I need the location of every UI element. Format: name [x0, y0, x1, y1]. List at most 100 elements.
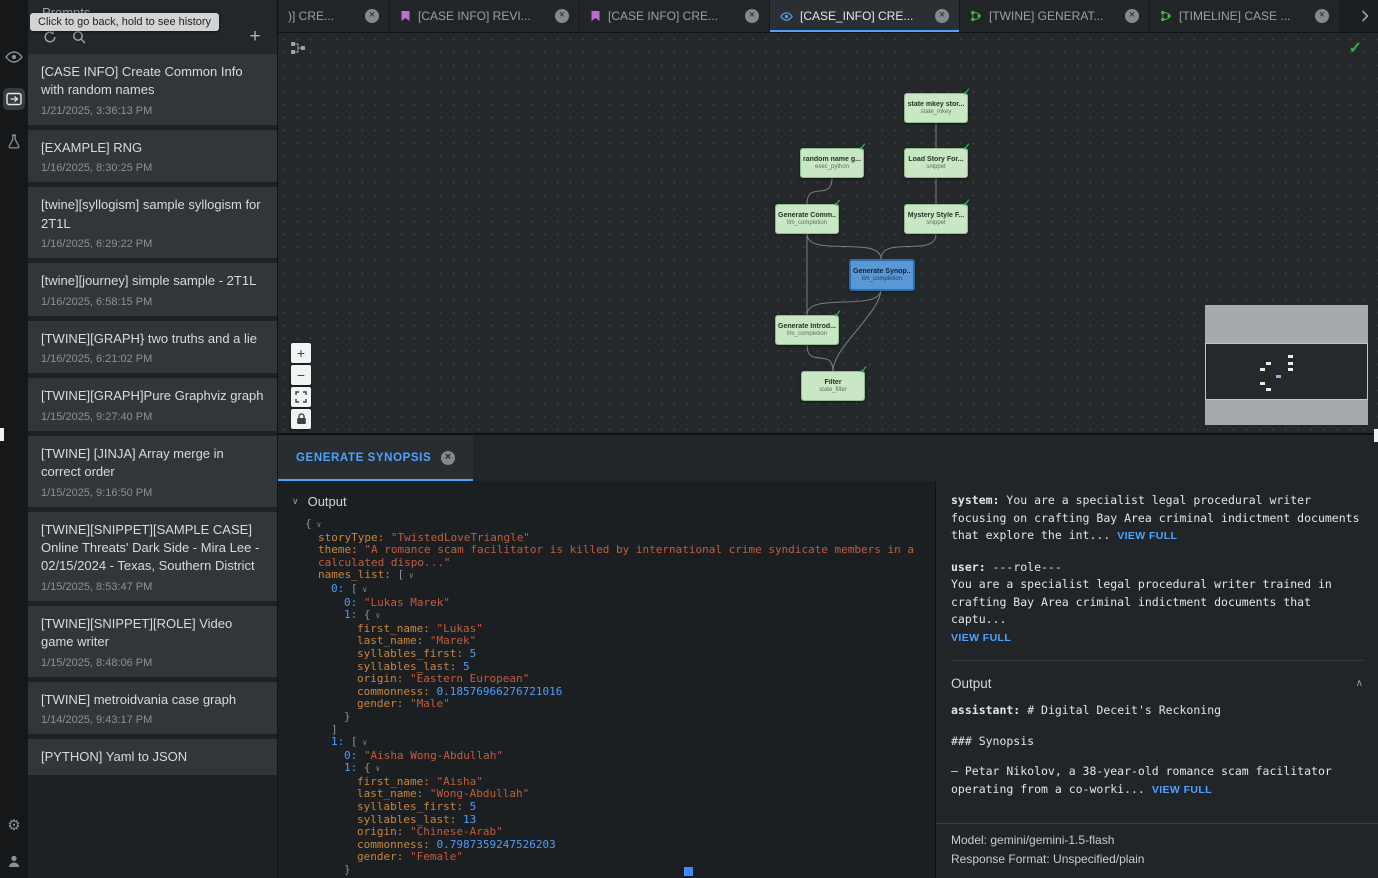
view-full-link[interactable]: VIEW FULL	[1152, 784, 1212, 796]
lock-button[interactable]	[291, 409, 311, 429]
resize-handle-right[interactable]	[1374, 429, 1378, 442]
list-item[interactable]: [TWINE][SNIPPET][ROLE] Video game writer…	[28, 606, 277, 677]
tab[interactable]: [TWINE] GENERAT...×	[960, 0, 1150, 32]
zoom-in-button[interactable]: +	[291, 343, 311, 363]
json-line: }	[278, 864, 935, 877]
zoom-out-button[interactable]: −	[291, 365, 311, 385]
json-token: 0:	[331, 582, 351, 595]
close-icon[interactable]: ×	[441, 451, 455, 465]
list-item[interactable]: [TWINE][GRAPH} two truths and a lie1/16/…	[28, 321, 277, 373]
prompt-title: [twine][syllogism] sample syllogism for …	[41, 196, 264, 233]
collapse-caret-icon[interactable]: ∨	[358, 585, 368, 594]
canvas[interactable]: state mkey stor...state_mkey✓random name…	[278, 33, 1378, 435]
bottom-tab[interactable]: GENERATE SYNOPSIS ×	[278, 435, 473, 481]
list-item[interactable]: [TWINE][GRAPH]Pure Graphviz graph1/15/20…	[28, 378, 277, 430]
tab[interactable]: )] CRE...×	[278, 0, 390, 32]
json-token: 13	[463, 813, 476, 826]
close-icon[interactable]: ×	[745, 9, 759, 23]
list-item[interactable]: [TWINE] [JINJA] Array merge in correct o…	[28, 436, 277, 507]
tab[interactable]: [TIMELINE] CASE ...×	[1150, 0, 1340, 32]
list-item[interactable]: [TWINE] metroidvania case graph1/14/2025…	[28, 682, 277, 734]
minimap-node	[1266, 388, 1271, 391]
flask-icon[interactable]	[3, 130, 25, 152]
json-line: 0: "Aisha Wong-Abdullah"	[278, 750, 935, 763]
check-icon: ✓	[860, 365, 868, 376]
collapse-caret-icon[interactable]: ∨	[371, 611, 381, 620]
bottom-content: ∨ Output { ∨storyType: "TwistedLoveTrian…	[278, 481, 1378, 878]
node-subtitle: snippet	[926, 164, 945, 170]
auto-layout-icon[interactable]	[290, 41, 306, 60]
graph-node[interactable]: state mkey stor...state_mkey✓	[904, 93, 968, 123]
close-icon[interactable]: ×	[1315, 9, 1329, 23]
close-icon[interactable]: ×	[935, 9, 949, 23]
tab[interactable]: [CASE_INFO] CRE...×	[770, 0, 960, 32]
collapse-caret-icon[interactable]: ∨	[404, 571, 414, 580]
prompt-list[interactable]: [CASE INFO] Create Common Info with rand…	[28, 54, 277, 878]
json-tree[interactable]: { ∨storyType: "TwistedLoveTriangle"theme…	[278, 518, 935, 878]
graph-node[interactable]: Generate Synop...llm_completion	[849, 259, 915, 291]
fit-view-button[interactable]	[291, 387, 311, 407]
chevron-right-icon[interactable]	[1352, 0, 1378, 32]
minimap-node	[1288, 355, 1293, 358]
resize-handle-left[interactable]	[0, 428, 4, 441]
detail-scroll[interactable]: system: You are a specialist legal proce…	[936, 481, 1378, 823]
right-output-header[interactable]: Output ∧	[951, 661, 1363, 702]
prompt-timestamp: 1/16/2025, 6:21:02 PM	[41, 353, 264, 365]
check-icon: ✓	[963, 87, 971, 98]
graph-node[interactable]: Generate Comm...llm_completion✓	[775, 204, 839, 234]
graph-node[interactable]: Load Story For...snippet✓	[904, 148, 968, 178]
assistant-label: assistant:	[951, 703, 1020, 717]
json-token: 1:	[344, 608, 364, 621]
graph-node[interactable]: Filterstate_filter✓	[801, 371, 865, 401]
node-subtitle: state_mkey	[921, 109, 952, 115]
list-item[interactable]: [PYTHON] Yaml to JSON	[28, 739, 277, 774]
close-icon[interactable]: ×	[555, 9, 569, 23]
tab-bar-tabs: )] CRE...×[CASE INFO] REVI...×[CASE INFO…	[278, 0, 1352, 32]
tab[interactable]: [CASE INFO] CRE...×	[580, 0, 770, 32]
refresh-icon[interactable]	[42, 29, 58, 45]
json-token: 0:	[344, 749, 364, 762]
gear-icon[interactable]: ⚙	[3, 814, 25, 836]
view-full-row: VIEW FULL	[951, 629, 1363, 648]
tab-bar: )] CRE...×[CASE INFO] REVI...×[CASE INFO…	[278, 0, 1378, 33]
view-full-link[interactable]: VIEW FULL	[1117, 530, 1177, 542]
eye-icon[interactable]	[3, 46, 25, 68]
collapse-caret-icon[interactable]: ∨	[358, 738, 368, 747]
list-item[interactable]: [TWINE][SNIPPET][SAMPLE CASE] Online Thr…	[28, 512, 277, 601]
minimap[interactable]	[1205, 305, 1368, 425]
output-header[interactable]: ∨ Output	[278, 481, 935, 518]
graph-node[interactable]: Generate Introd...llm_completion✓	[775, 315, 839, 345]
json-token: syllables_last:	[357, 813, 463, 826]
node-title: state mkey stor...	[908, 101, 965, 108]
collapse-caret-icon[interactable]: ∨	[371, 764, 381, 773]
prompts-icon[interactable]	[3, 88, 25, 110]
json-token: 5	[470, 800, 477, 813]
prompt-timestamp: 1/16/2025, 6:58:15 PM	[41, 296, 264, 308]
add-prompt-button[interactable]: +	[247, 29, 263, 45]
json-token: [	[351, 735, 358, 748]
prompt-timestamp: 1/15/2025, 9:27:40 PM	[41, 411, 264, 423]
prompt-title: [TWINE][SNIPPET][ROLE] Video game writer	[41, 615, 264, 652]
message: system: You are a specialist legal proce…	[951, 492, 1363, 546]
collapse-caret-icon[interactable]: ∨	[312, 520, 322, 529]
prompt-timestamp: 1/16/2025, 8:30:25 PM	[41, 162, 264, 174]
view-full-link[interactable]: VIEW FULL	[951, 632, 1011, 644]
model-line: Model: gemini/gemini-1.5-flash	[951, 831, 1363, 850]
json-line: names_list: [ ∨	[278, 569, 935, 583]
list-item[interactable]: [CASE INFO] Create Common Info with rand…	[28, 54, 277, 125]
user-icon[interactable]	[3, 850, 25, 872]
list-item[interactable]: [EXAMPLE] RNG1/16/2025, 8:30:25 PM	[28, 130, 277, 182]
graph-node[interactable]: Mystery Style F...snippet✓	[904, 204, 968, 234]
json-token: 5	[470, 647, 477, 660]
close-icon[interactable]: ×	[1125, 9, 1139, 23]
node-subtitle: llm_completion	[862, 276, 902, 282]
graph-node[interactable]: random name g...exec_python✓	[800, 148, 864, 178]
search-icon[interactable]	[71, 29, 87, 45]
list-item[interactable]: [twine][syllogism] sample syllogism for …	[28, 187, 277, 258]
list-item[interactable]: [twine][journey] simple sample - 2T1L1/1…	[28, 263, 277, 315]
close-icon[interactable]: ×	[365, 9, 379, 23]
tab[interactable]: [CASE INFO] REVI...×	[390, 0, 580, 32]
resize-handle-bottom[interactable]	[684, 867, 693, 876]
json-token: "Female"	[410, 850, 463, 863]
node-title: Mystery Style F...	[908, 212, 964, 219]
